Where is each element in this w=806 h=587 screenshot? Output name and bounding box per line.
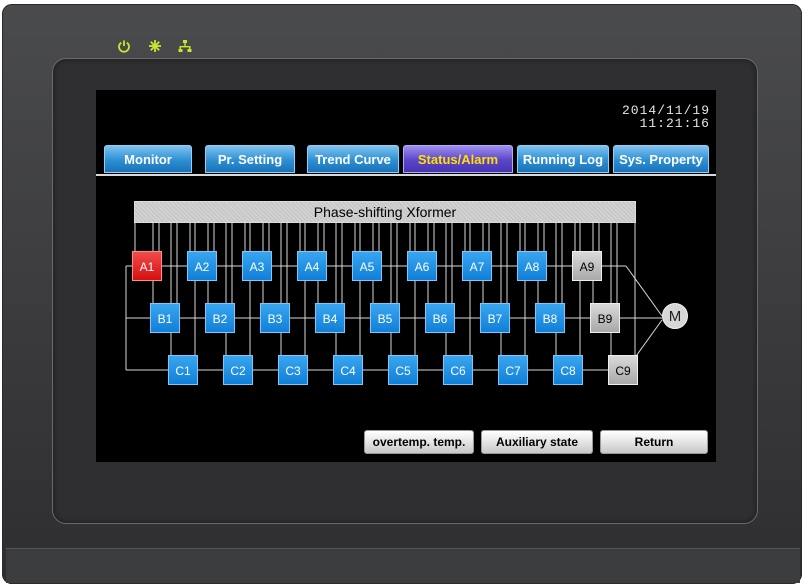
power-cell-b2[interactable]: B2	[205, 303, 235, 333]
power-cell-c2[interactable]: C2	[223, 355, 253, 385]
power-cell-a6[interactable]: A6	[407, 251, 437, 281]
power-cell-b1[interactable]: B1	[150, 303, 180, 333]
power-cell-c9[interactable]: C9	[608, 355, 638, 385]
power-cell-a8[interactable]: A8	[517, 251, 547, 281]
network-icon	[178, 39, 192, 53]
phase-shifting-xformer: Phase-shifting Xformer	[134, 201, 636, 223]
power-cell-a1[interactable]: A1	[132, 251, 162, 281]
hmi-screen: 2014/11/19 11:21:16 Monitor Pr. Setting …	[96, 90, 716, 462]
power-cell-c5[interactable]: C5	[388, 355, 418, 385]
power-cell-b8[interactable]: B8	[535, 303, 565, 333]
power-cell-a4[interactable]: A4	[297, 251, 327, 281]
power-cell-c3[interactable]: C3	[278, 355, 308, 385]
auxiliary-state-button[interactable]: Auxiliary state	[481, 430, 593, 454]
power-cell-a9[interactable]: A9	[572, 251, 602, 281]
power-cell-b6[interactable]: B6	[425, 303, 455, 333]
power-cell-c4[interactable]: C4	[333, 355, 363, 385]
power-cell-b7[interactable]: B7	[480, 303, 510, 333]
bezel-bottom-band	[6, 548, 800, 583]
power-cell-a7[interactable]: A7	[462, 251, 492, 281]
power-cell-c8[interactable]: C8	[553, 355, 583, 385]
run-icon	[148, 39, 162, 53]
power-icon	[117, 39, 131, 53]
power-cell-a3[interactable]: A3	[242, 251, 272, 281]
power-cell-c7[interactable]: C7	[498, 355, 528, 385]
return-button[interactable]: Return	[600, 430, 708, 454]
power-cell-c6[interactable]: C6	[443, 355, 473, 385]
power-cell-b5[interactable]: B5	[370, 303, 400, 333]
power-cell-b4[interactable]: B4	[315, 303, 345, 333]
power-cell-a2[interactable]: A2	[187, 251, 217, 281]
power-cell-b3[interactable]: B3	[260, 303, 290, 333]
power-cell-b9[interactable]: B9	[590, 303, 620, 333]
power-cell-c1[interactable]: C1	[168, 355, 198, 385]
motor-icon: M	[662, 303, 688, 329]
power-cell-a5[interactable]: A5	[352, 251, 382, 281]
overtemp-button[interactable]: overtemp. temp.	[364, 430, 474, 454]
